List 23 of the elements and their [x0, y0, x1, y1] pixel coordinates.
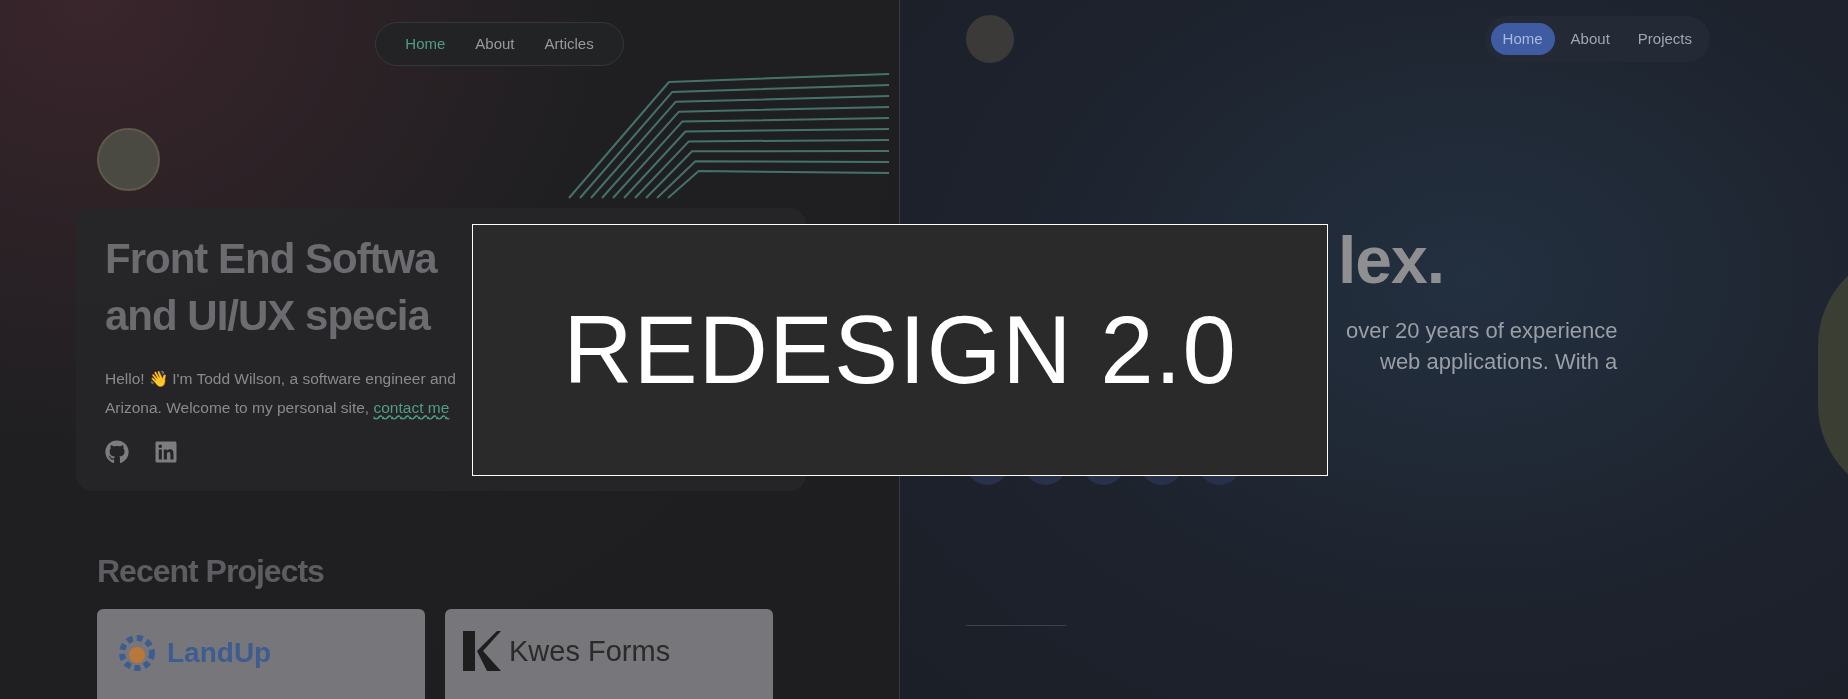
hero-heading: lex. — [1338, 225, 1446, 295]
hero-heading-line: Front End Softwa — [105, 234, 439, 284]
overlay-title: REDESIGN 2.0 — [563, 295, 1237, 405]
intro-text-line: over 20 years of experience — [1346, 317, 1619, 345]
nav-link[interactable]: Projects — [1625, 23, 1704, 55]
nav-link[interactable]: Home — [392, 32, 459, 56]
intro-text-line: Arizona. Welcome to my personal site, — [105, 398, 371, 418]
project-logo-text: LandUp — [167, 636, 272, 670]
contact-link[interactable]: contact me — [373, 393, 450, 422]
github-icon[interactable] — [105, 440, 129, 464]
intro-text-line: Hello! 👋 I'm Todd Wilson, a software engineer and — [105, 369, 457, 389]
k-logo-icon — [463, 631, 501, 671]
intro-text-line: web applications. With a — [1380, 348, 1619, 376]
project-logo-text: Kwes Forms — [509, 634, 671, 669]
section-heading: Recent Projects — [97, 552, 325, 591]
nav-link[interactable]: About — [1558, 23, 1622, 55]
nav-link[interactable]: About — [462, 32, 528, 56]
hero-heading-line: and UI/UX specia — [105, 291, 432, 341]
nav-link[interactable]: Articles — [531, 32, 607, 56]
avatar-photo-placeholder — [966, 15, 1014, 63]
linkedin-icon[interactable] — [154, 440, 178, 464]
nav-link[interactable]: Home — [1490, 23, 1555, 55]
project-card[interactable]: Kwes Forms — [445, 609, 773, 699]
